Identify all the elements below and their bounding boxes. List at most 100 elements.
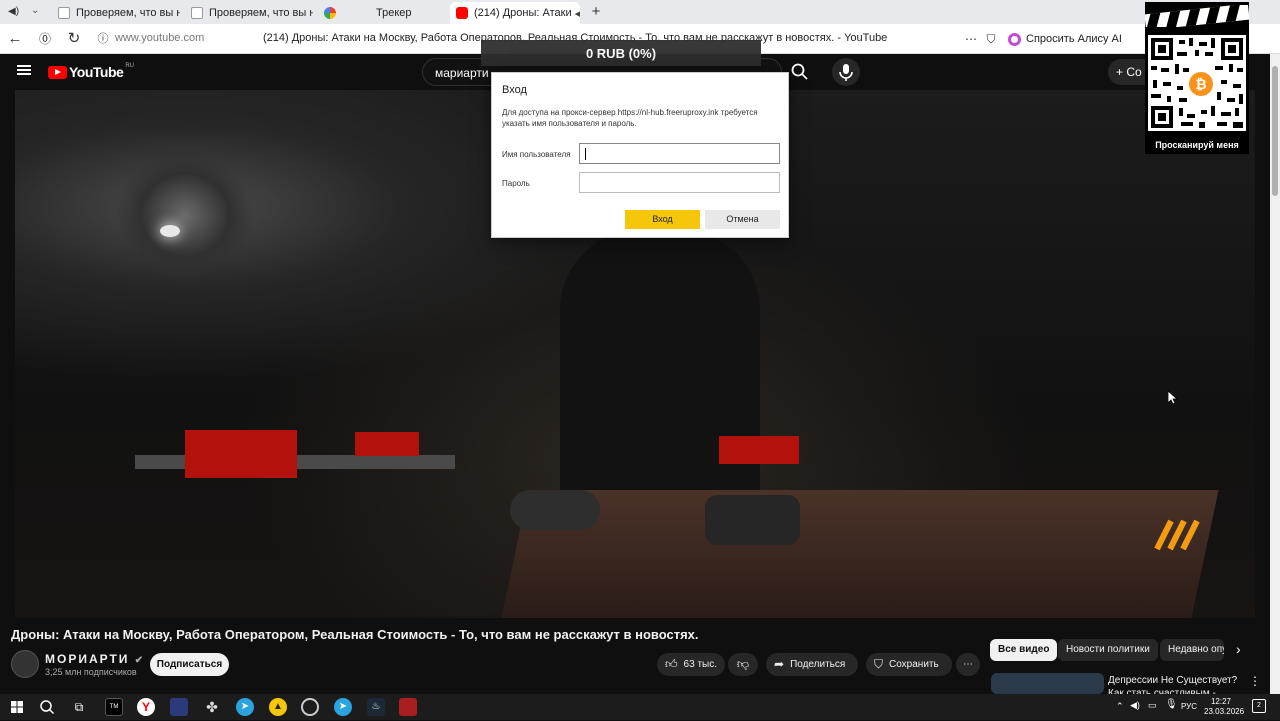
- telegram-icon[interactable]: ➤: [236, 698, 254, 716]
- taskbar: ⧉ TM Y ✤ ➤ ▲ ➤ ♨ ⌃ ◀) ▭ 🎙︎ РУС 12:27 23.…: [0, 694, 1280, 720]
- clock-time: 12:27: [1210, 697, 1232, 706]
- video-title: Дроны: Атаки на Москву, Работа Операторо…: [11, 627, 699, 642]
- channel-name-label: МОРИАРТИ: [45, 652, 130, 666]
- notifications-icon[interactable]: 2: [1252, 699, 1266, 713]
- chevron-right-icon[interactable]: ›: [1236, 641, 1241, 657]
- table-surface: [501, 490, 1219, 618]
- recommendation-thumbnail[interactable]: [991, 673, 1104, 694]
- share-icon: ➦: [774, 657, 785, 671]
- dota-icon[interactable]: [399, 698, 417, 716]
- rec-more-icon[interactable]: ⋮: [1249, 674, 1261, 688]
- more-actions-icon[interactable]: ⋯: [956, 653, 980, 676]
- password-label: Пароль: [502, 179, 530, 188]
- microphone-icon[interactable]: [832, 58, 860, 86]
- telegram-icon[interactable]: ➤: [334, 698, 352, 716]
- bookmark-icon[interactable]: ⛉: [982, 30, 1000, 48]
- microphone-icon[interactable]: 🎙︎: [1165, 699, 1178, 710]
- tab-pinned[interactable]: [318, 2, 348, 24]
- protect-shield-icon[interactable]: ⓪: [36, 30, 54, 48]
- youtube-play-icon: [48, 65, 67, 79]
- chip-all[interactable]: Все видео: [990, 639, 1058, 661]
- steam-icon[interactable]: ♨: [367, 698, 385, 716]
- controller: [510, 490, 600, 530]
- subscribe-button[interactable]: Подписаться: [150, 653, 229, 676]
- thumbs-up-icon: 👍︎: [665, 657, 678, 671]
- qr-caption: Просканируй меня: [1155, 140, 1239, 150]
- tab-youtube-active[interactable]: (214) Дроны: Атаки ◀) ✕: [450, 2, 580, 24]
- dialog-title: Вход: [502, 84, 527, 96]
- red-crate: [719, 436, 799, 464]
- tab-label: Проверяем, что вы не ро: [209, 7, 313, 19]
- youtube-wordmark: YouTube: [69, 64, 124, 80]
- proxy-auth-dialog: Вход Для доступа на прокси-сервер https:…: [491, 72, 789, 238]
- yandex-browser-icon[interactable]: Y: [137, 698, 155, 716]
- qr-code[interactable]: ₿: [1148, 35, 1246, 131]
- youtube-favicon-icon: [456, 7, 468, 19]
- text-caret: [585, 148, 586, 160]
- alert-app-icon[interactable]: ▲: [269, 698, 287, 716]
- tab-favicon-icon: [191, 7, 203, 19]
- windows-start-icon[interactable]: [8, 698, 26, 716]
- keyboard-language[interactable]: РУС: [1181, 702, 1197, 711]
- channel-watermark-icon: [1153, 517, 1201, 551]
- qr-donation-widget: ₿ Просканируй меня: [1144, 2, 1250, 154]
- tab-label: Проверяем, что вы не ро: [76, 7, 180, 19]
- dialog-message: Для доступа на прокси-сервер https://nl-…: [502, 108, 758, 128]
- dislike-button[interactable]: 👎︎: [728, 653, 758, 676]
- tab-list-chevron-icon[interactable]: ⌄: [31, 5, 39, 16]
- avatar[interactable]: [11, 650, 39, 678]
- search-icon[interactable]: [790, 62, 810, 82]
- username-field[interactable]: [579, 143, 780, 164]
- tab-favicon-icon: [58, 7, 70, 19]
- terminal-app-icon[interactable]: TM: [105, 698, 123, 716]
- game-app-icon[interactable]: [170, 698, 188, 716]
- share-label: Поделиться: [790, 659, 846, 670]
- alice-icon: [1008, 32, 1021, 46]
- donation-goal-bar: 0 RUB (0%): [481, 40, 761, 66]
- chip-recent[interactable]: Недавно опу: [1160, 639, 1224, 661]
- tab-captcha-2[interactable]: Проверяем, что вы не ро: [185, 2, 313, 24]
- clock[interactable]: 12:27 23.03.2026: [1204, 697, 1245, 717]
- bookmark-icon: ⛉: [874, 657, 884, 671]
- red-crate: [185, 430, 297, 478]
- scrollbar-thumb[interactable]: [1272, 66, 1278, 196]
- ask-alice-label: Спросить Алису AI: [1026, 33, 1122, 45]
- network-icon[interactable]: ▭: [1148, 700, 1157, 711]
- hamburger-menu-icon[interactable]: [17, 65, 31, 75]
- new-tab-button[interactable]: +: [588, 3, 604, 21]
- search-icon[interactable]: [38, 698, 56, 716]
- scrollbar[interactable]: [1270, 54, 1280, 694]
- youtube-logo[interactable]: YouTube RU: [48, 63, 134, 80]
- url-host[interactable]: www.youtube.com: [115, 32, 204, 44]
- clock-date: 23.03.2026: [1204, 707, 1245, 716]
- tab-audio-icon[interactable]: ◀): [8, 6, 19, 17]
- tab-captcha-1[interactable]: Проверяем, что вы не ро: [52, 2, 180, 24]
- tab-favicon-icon: [358, 7, 370, 19]
- cancel-button[interactable]: Отмена: [705, 210, 780, 229]
- like-button[interactable]: 👍︎ 63 тыс.: [657, 653, 725, 676]
- pinwheel-icon: [324, 7, 336, 19]
- task-view-icon[interactable]: ⧉: [70, 698, 88, 716]
- save-button[interactable]: ⛉ Сохранить: [866, 653, 952, 676]
- tab-audio-icon[interactable]: ◀): [575, 7, 580, 20]
- pinwheel-app-icon[interactable]: ✤: [203, 698, 221, 716]
- site-info-icon[interactable]: ⓘ: [94, 30, 112, 48]
- fpv-goggles: [705, 495, 800, 545]
- share-button[interactable]: ➦ Поделиться: [766, 653, 858, 676]
- reload-icon[interactable]: ↻: [65, 30, 83, 48]
- login-button[interactable]: Вход: [625, 210, 700, 229]
- volume-icon[interactable]: ◀): [1130, 700, 1140, 711]
- ask-alice-button[interactable]: Спросить Алису AI: [1008, 29, 1122, 49]
- svg-text:₿: ₿: [1195, 77, 1206, 93]
- password-field[interactable]: [579, 172, 780, 193]
- youtube-region: RU: [125, 63, 134, 69]
- chip-politics[interactable]: Новости политики: [1058, 639, 1158, 661]
- red-crate: [355, 432, 419, 456]
- tray-chevron-icon[interactable]: ⌃: [1116, 701, 1124, 712]
- tab-label: (214) Дроны: Атаки: [474, 7, 572, 19]
- back-arrow-icon[interactable]: ←: [6, 30, 24, 48]
- more-icon[interactable]: ⋯: [962, 30, 980, 48]
- tab-tracker[interactable]: Трекер: [352, 2, 450, 24]
- channel-name[interactable]: МОРИАРТИ ✔: [45, 652, 143, 666]
- speedometer-app-icon[interactable]: [301, 698, 319, 716]
